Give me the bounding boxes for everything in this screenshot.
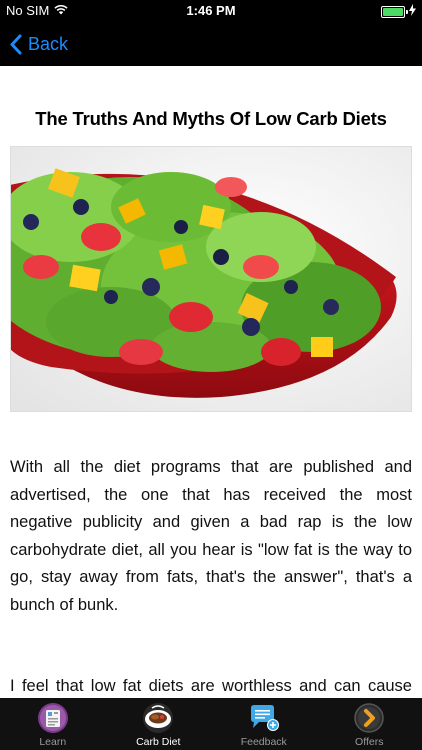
plate-icon — [141, 702, 175, 734]
back-button[interactable]: Back — [10, 34, 68, 55]
charging-icon — [409, 4, 416, 19]
tab-feedback[interactable]: Feedback — [211, 698, 317, 750]
chevron-left-icon — [10, 34, 22, 54]
status-time: 1:46 PM — [186, 3, 236, 18]
book-icon — [36, 702, 70, 734]
tab-carb-diet[interactable]: Carb Diet — [106, 698, 212, 750]
tab-label: Carb Diet — [136, 736, 181, 748]
tab-learn[interactable]: Learn — [0, 698, 106, 750]
tab-label: Feedback — [240, 736, 287, 748]
navigation-bar: Back — [0, 22, 422, 66]
article-paragraph: With all the diet programs that are publ… — [10, 458, 412, 614]
article-title: The Truths And Myths Of Low Carb Diets — [35, 108, 387, 129]
tab-label: Learn — [39, 736, 67, 748]
chevron-right-icon — [352, 702, 386, 734]
tab-bar: Learn Carb Diet Feedback Offers — [0, 698, 422, 750]
article-content[interactable]: The Truths And Myths Of Low Carb Diets W… — [0, 66, 422, 698]
status-right — [381, 4, 416, 19]
tab-label: Offers — [355, 736, 384, 748]
battery-fill — [383, 7, 403, 16]
chat-bubble-icon — [247, 702, 281, 734]
status-bar: No SIM 1:46 PM — [0, 0, 422, 22]
article-paragraph: I feel that low fat diets are worthless … — [10, 677, 412, 695]
back-label: Back — [28, 33, 69, 54]
battery-icon — [381, 5, 408, 18]
salad-image — [10, 146, 412, 412]
tab-offers[interactable]: Offers — [317, 698, 422, 750]
